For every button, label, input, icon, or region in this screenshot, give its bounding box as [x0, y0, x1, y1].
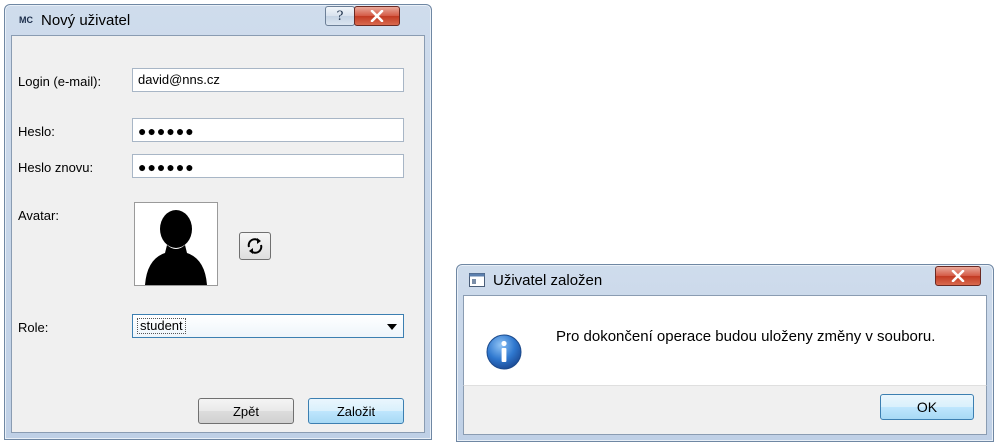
close-icon	[951, 270, 965, 282]
info-icon	[486, 334, 522, 370]
message-title: Uživatel založen	[493, 271, 603, 289]
app-badge: MC	[19, 15, 33, 25]
role-select-value: student	[137, 318, 186, 334]
help-button[interactable]: ?	[325, 6, 355, 26]
refresh-avatar-button[interactable]	[239, 232, 271, 260]
avatar-frame[interactable]	[134, 202, 218, 286]
avatar-silhouette-icon	[145, 210, 207, 285]
refresh-icon	[247, 238, 263, 254]
help-icon: ?	[336, 8, 344, 24]
message-body: Pro dokončení operace budou uloženy změn…	[463, 295, 987, 385]
create-button[interactable]: Založit	[308, 398, 404, 424]
password-label: Heslo:	[18, 124, 55, 139]
new-user-window: MC Nový uživatel ? Login (e-mail): david…	[4, 4, 432, 440]
login-input[interactable]: david@nns.cz	[132, 68, 404, 92]
new-user-close-button[interactable]	[354, 6, 400, 26]
window-icon	[469, 273, 485, 287]
avatar-label: Avatar:	[18, 208, 59, 223]
message-text: Pro dokončení operace budou uloženy změn…	[556, 328, 936, 345]
ok-button[interactable]: OK	[880, 394, 974, 420]
new-user-client-area: Login (e-mail): david@nns.cz Heslo: ●●●●…	[11, 35, 425, 433]
message-titlebar[interactable]: Uživatel založen	[457, 265, 993, 295]
role-label: Role:	[18, 320, 49, 335]
password-input[interactable]: ●●●●●●	[132, 118, 404, 142]
dropdown-arrow-icon	[387, 324, 397, 330]
login-label: Login (e-mail):	[18, 74, 102, 89]
message-button-area: OK	[463, 385, 987, 435]
message-close-button[interactable]	[935, 266, 981, 286]
message-window: Uživatel založen Pro dokončení operace b…	[456, 264, 994, 442]
close-icon	[370, 10, 384, 22]
new-user-title: Nový uživatel	[41, 11, 131, 29]
password-again-input[interactable]: ●●●●●●	[132, 154, 404, 178]
role-select[interactable]: student	[132, 314, 404, 338]
password-again-label: Heslo znovu:	[18, 160, 94, 175]
back-button[interactable]: Zpět	[198, 398, 294, 424]
